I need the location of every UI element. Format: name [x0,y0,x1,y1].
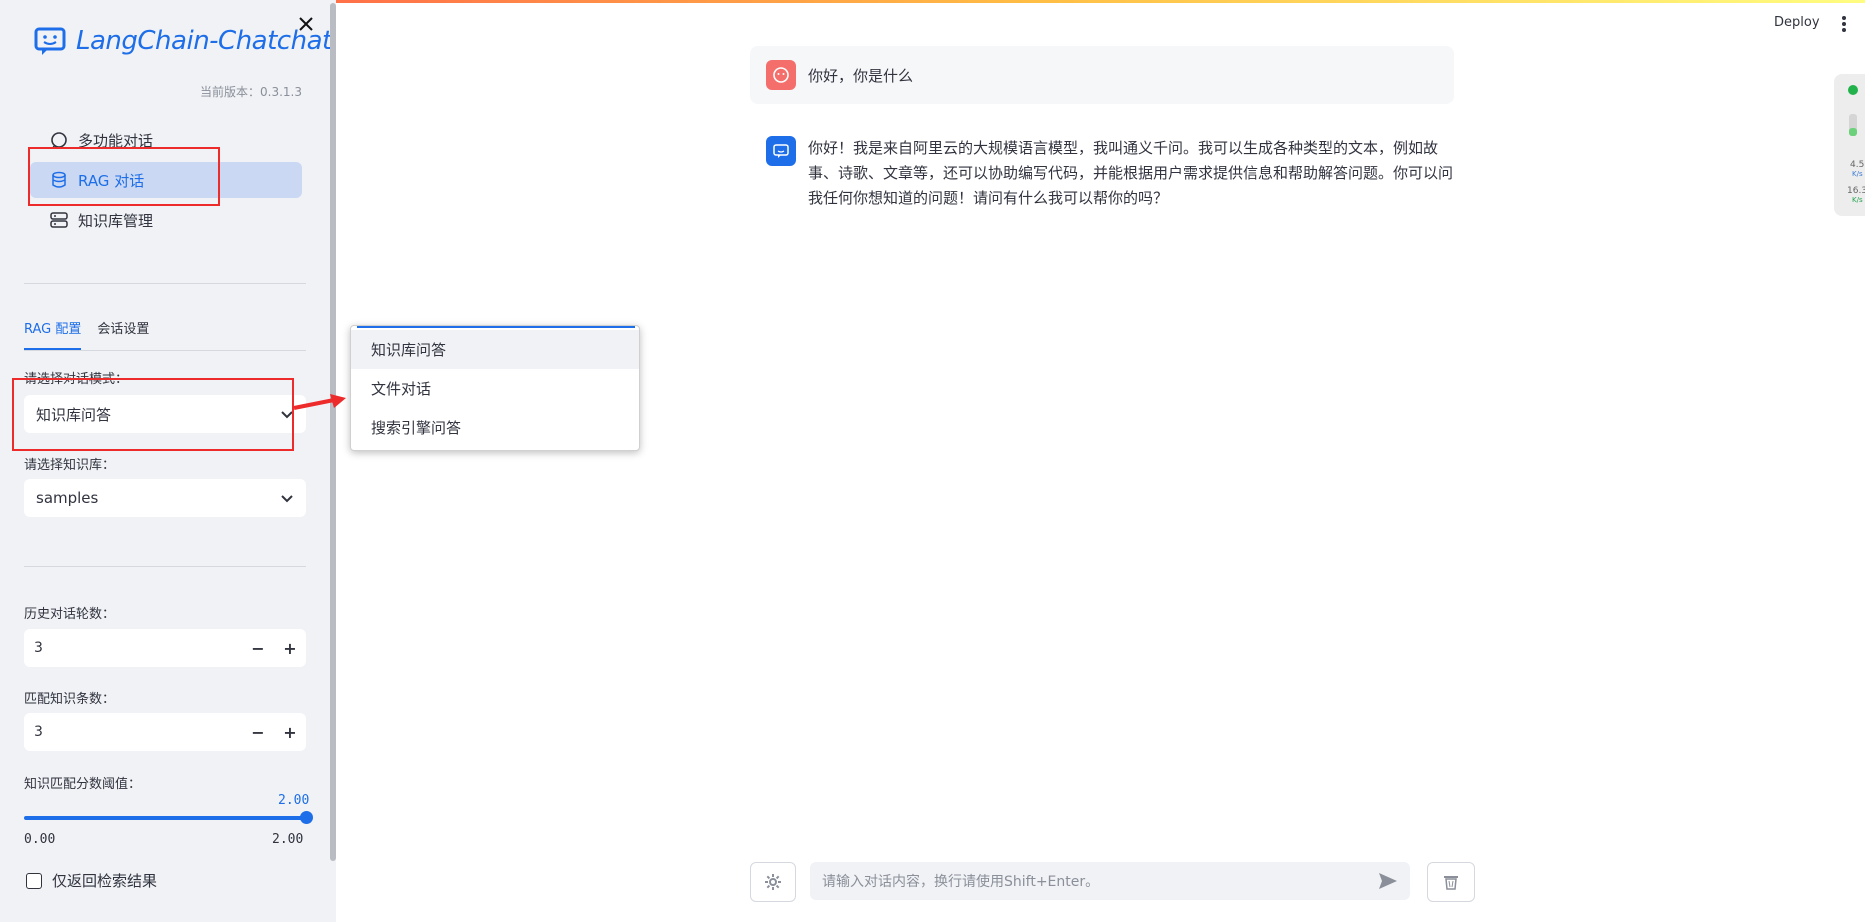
chat-input[interactable]: 请输入对话内容，换行请使用Shift+Enter。 [810,862,1410,900]
chat-input-placeholder: 请输入对话内容，换行请使用Shift+Enter。 [822,874,1100,890]
assistant-avatar [766,136,796,166]
version-label: 当前版本：0.3.1.3 [200,85,302,99]
slider-min-label: 0.00 [24,832,56,847]
dropdown-focus-line [357,326,635,328]
user-avatar [766,60,796,90]
nav-item-kb-management[interactable]: 知识库管理 [30,202,302,238]
chevron-down-icon [281,495,293,503]
user-face-icon [773,67,789,83]
match-count-value[interactable]: 3 [34,724,242,740]
sidebar-divider [24,283,306,284]
more-menu-icon[interactable] [1841,14,1847,34]
decrement-button[interactable]: − [242,713,274,751]
score-threshold-slider-thumb[interactable] [300,811,313,824]
annotation-box-nav [28,147,220,206]
sidebar-scrollbar[interactable] [330,3,336,861]
dropdown-option-search-qa[interactable]: 搜索引擎问答 [351,408,639,447]
download-speed-value: 16.3 [1847,186,1865,196]
download-speed-unit: K/s [1852,196,1863,204]
dropdown-option-kb-qa[interactable]: 知识库问答 [351,330,639,369]
assistant-message-text: 你好！我是来自阿里云的大规模语言模型，我叫通义千问。我可以生成各种类型的文本，例… [808,139,1454,207]
sidebar-divider [24,566,306,567]
slider-current-value: 2.00 [278,793,310,808]
kb-select-label: 请选择知识库： [24,458,116,473]
annotation-box-mode [12,378,294,451]
server-stack-icon [50,212,68,228]
dropdown-option-file-chat[interactable]: 文件对话 [351,369,639,408]
kb-select-value: samples [36,489,99,507]
score-threshold-slider-track[interactable] [24,816,306,820]
trash-icon [1444,876,1458,890]
upload-speed-unit: K/s [1852,170,1863,178]
send-icon[interactable] [1378,872,1398,890]
match-count-label: 匹配知识条数： [24,692,116,707]
retrieval-only-label: 仅返回检索结果 [52,872,158,890]
config-tabs: RAG 配置 会话设置 [24,318,149,350]
app-logo: LangChain-Chatchat [34,26,332,56]
gear-icon [765,874,781,890]
tab-underline-track [24,350,306,351]
sidebar: LangChain-Chatchat 当前版本：0.3.1.3 多功能对话 RA… [0,0,336,922]
network-speed-widget: 4.5 K/s 16.3 K/s [1834,74,1865,216]
kb-select[interactable]: samples [24,479,306,517]
history-rounds-value[interactable]: 3 [34,640,242,656]
logo-text: LangChain-Chatchat [76,26,332,56]
user-message-text: 你好，你是什么 [808,66,914,85]
chat-logo-icon [34,27,66,55]
increment-button[interactable]: + [274,629,306,667]
mode-dropdown-menu: 知识库问答 文件对话 搜索引擎问答 [350,325,640,451]
upload-speed-value: 4.5 [1850,160,1865,170]
match-count-stepper[interactable]: 3 − + [24,713,306,751]
deploy-button[interactable]: Deploy [1774,15,1820,30]
score-threshold-label: 知识匹配分数阈值： [24,777,142,792]
assistant-message: 你好！我是来自阿里云的大规模语言模型，我叫通义千问。我可以生成各种类型的文本，例… [766,136,1456,211]
decrement-button[interactable]: − [242,629,274,667]
retrieval-only-option[interactable]: 仅返回检索结果 [26,870,157,891]
tab-session-settings[interactable]: 会话设置 [97,318,149,350]
tab-rag-config[interactable]: RAG 配置 [24,318,82,350]
history-rounds-label: 历史对话轮数： [24,607,116,622]
clear-chat-button[interactable] [1427,862,1475,902]
annotation-arrow-icon [293,394,346,410]
chat-settings-button[interactable] [750,862,796,902]
bot-chat-icon [773,144,789,158]
nav-item-label: 知识库管理 [78,211,154,230]
increment-button[interactable]: + [274,713,306,751]
user-message: 你好，你是什么 [750,46,1454,104]
slider-max-label: 2.00 [272,832,304,847]
retrieval-only-checkbox[interactable] [26,872,42,889]
history-rounds-stepper[interactable]: 3 − + [24,629,306,667]
